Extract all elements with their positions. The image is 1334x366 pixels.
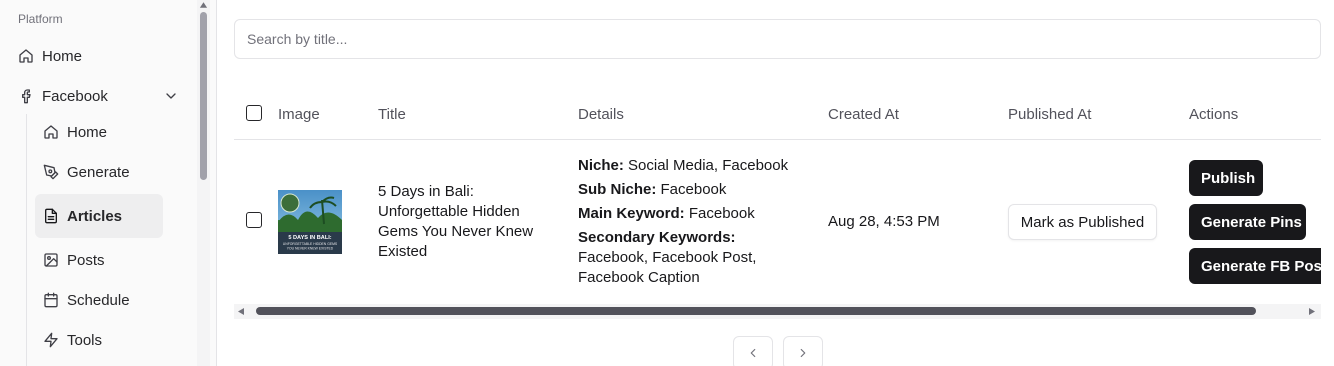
sub-niche-value: Facebook [660,181,727,198]
article-details: Niche: Social Media, Facebook Sub Niche:… [578,156,808,288]
article-title: 5 Days in Bali: Unforgettable Hidden Gem… [378,183,534,260]
sidebar-subitem-schedule[interactable]: Schedule [43,288,130,312]
sidebar-item-home[interactable]: Home [18,44,82,68]
column-header-details: Details [578,106,624,123]
scroll-right-arrow-icon[interactable] [1308,307,1316,316]
sidebar-subitem-posts[interactable]: Posts [43,248,105,272]
submenu-divider [26,114,27,366]
sidebar-item-label: Home [67,123,108,141]
sidebar-section-label: Platform [18,12,63,26]
niche-label: Niche: [578,157,624,174]
chevron-down-icon[interactable] [163,88,179,104]
sub-niche-label: Sub Niche: [578,181,657,198]
main-keyword-value: Facebook [688,205,755,222]
column-header-actions: Actions [1189,106,1239,123]
sidebar-item-label: Generate [67,163,130,181]
next-page-button[interactable] [783,336,823,366]
zap-icon [44,332,58,348]
svg-text:5 DAYS IN BALI:: 5 DAYS IN BALI: [288,235,331,241]
niche-value: Social Media, Facebook [628,157,789,174]
generate-fb-post-button[interactable]: Generate FB Post [1189,248,1321,284]
svg-text:YOU NEVER KNEW EXISTED: YOU NEVER KNEW EXISTED [287,247,334,251]
column-header-title: Title [378,106,406,123]
generate-pins-button[interactable]: Generate Pins [1189,204,1306,240]
sidebar-item-label: Articles [67,207,123,225]
home-icon [44,125,58,139]
secondary-keywords-value: Facebook, Facebook Post, Facebook Captio… [578,249,757,286]
sidebar-subitem-tools[interactable]: Tools [43,328,102,352]
sidebar-item-label: Facebook [42,87,108,105]
facebook-icon [21,89,31,104]
publish-button[interactable]: Publish [1189,160,1263,196]
column-header-image: Image [278,106,320,123]
column-header-published-at: Published At [1008,106,1092,123]
sidebar-item-facebook[interactable]: Facebook [18,84,108,108]
mark-as-published-button[interactable]: Mark as Published [1008,204,1157,240]
sidebar-subitem-home[interactable]: Home [43,120,107,144]
article-thumbnail[interactable]: 5 DAYS IN BALI: UNFORGETTABLE HIDDEN GEM… [278,190,342,254]
sidebar-scrollbar-thumb[interactable] [200,12,207,180]
sidebar-subitem-articles[interactable]: Articles [43,204,122,228]
sidebar-item-label: Tools [67,331,103,349]
chevron-left-icon [750,348,756,358]
table-scrollbar-thumb[interactable] [256,307,1256,315]
sidebar: Platform Home Facebook Home Generate Art… [0,0,217,366]
svg-text:UNFORGETTABLE HIDDEN GEMS: UNFORGETTABLE HIDDEN GEMS [283,242,338,246]
search-input[interactable] [234,19,1321,59]
image-icon [44,253,58,267]
row-select-checkbox[interactable] [246,212,262,228]
sidebar-item-label: Posts [67,251,105,269]
pen-tool-icon [43,164,59,180]
scroll-left-arrow-icon[interactable] [237,307,245,316]
sidebar-subitem-generate[interactable]: Generate [43,160,130,184]
sidebar-item-label: Home [42,47,83,65]
file-text-icon [45,208,57,224]
select-all-checkbox[interactable] [246,105,262,121]
created-at-value: Aug 28, 4:53 PM [828,213,940,230]
main-keyword-label: Main Keyword: [578,205,685,222]
secondary-keywords-label: Secondary Keywords: [578,229,736,246]
sidebar-item-label: Schedule [67,291,130,309]
article-thumbnail-image: 5 DAYS IN BALI: UNFORGETTABLE HIDDEN GEM… [278,190,342,254]
previous-page-button[interactable] [733,336,773,366]
scroll-up-arrow-icon[interactable] [199,1,208,9]
table-header-divider [234,139,1321,140]
calendar-icon [44,292,58,308]
home-icon [19,49,33,63]
column-header-created-at: Created At [828,106,899,123]
chevron-right-icon [800,348,806,358]
